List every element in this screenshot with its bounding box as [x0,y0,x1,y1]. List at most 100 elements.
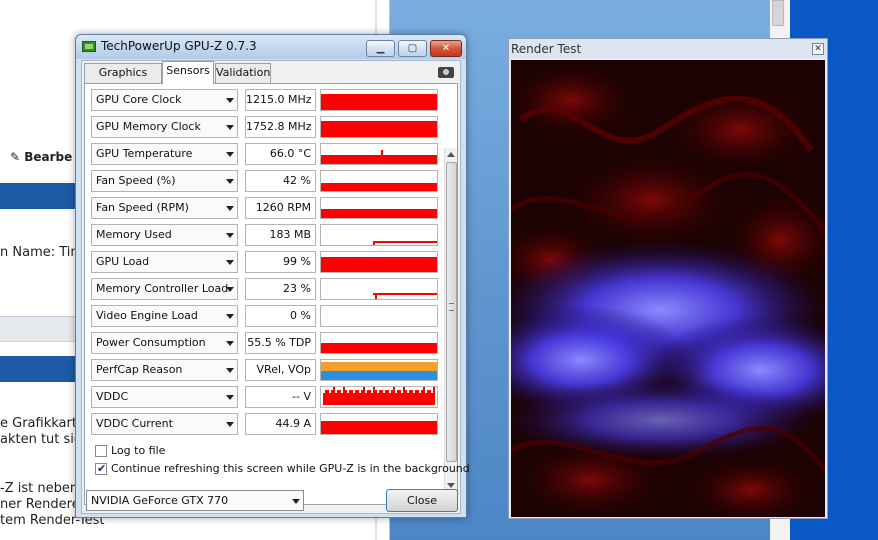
sensor-graph [320,251,438,273]
perfcap-vrel-bar [321,362,437,371]
close-icon[interactable]: ✕ [812,43,824,55]
sensor-name-dropdown[interactable]: Memory Used [91,224,238,246]
sensors-panel: GPU Core Clock 1215.0 MHz GPU Memory Clo… [84,83,470,505]
sensor-name-dropdown[interactable]: Memory Controller Load [91,278,238,300]
sensor-name-dropdown[interactable]: Fan Speed (%) [91,170,238,192]
desktop-panel-handle [772,0,784,26]
sensor-value: 1260 RPM [245,197,316,219]
grip-icon [449,303,454,311]
scroll-thumb[interactable] [446,162,457,462]
sensor-graph [320,413,438,435]
sensor-name-dropdown[interactable]: Power Consumption [91,332,238,354]
sensor-row: GPU Core Clock 1215.0 MHz [91,89,447,113]
chevron-down-icon [226,179,234,184]
chevron-down-icon [226,152,234,157]
graph-line [373,241,437,243]
render-image [511,60,825,517]
checkbox-box[interactable] [95,445,107,457]
page-text-line: -Z ist neber [0,481,76,496]
checkmark-icon: ✔ [97,462,107,475]
sensor-graph [320,116,438,138]
sensor-value: 42 % [245,170,316,192]
edit-link[interactable]: ✎ Bearbe [10,150,72,164]
graph-fill [321,183,437,191]
chevron-down-icon [292,499,300,504]
sensor-graph [320,386,438,408]
sensor-name-label: GPU Load [96,255,150,268]
page-text-name: n Name: Tim [0,245,84,260]
chevron-down-icon [226,341,234,346]
sensor-name-dropdown[interactable]: VDDC Current [91,413,238,435]
scroll-up-icon[interactable] [447,152,455,157]
sensor-name-dropdown[interactable]: GPU Core Clock [91,89,238,111]
render-test-window: Render Test ✕ [508,38,828,519]
sensor-value: -- V [245,386,316,408]
sensor-name-label: GPU Temperature [96,147,193,160]
sensor-value: 0 % [245,305,316,327]
chevron-down-icon [226,287,234,292]
graph-fill [321,343,437,353]
sensor-name-dropdown[interactable]: GPU Memory Clock [91,116,238,138]
sensor-row: Power Consumption 55.5 % TDP [91,332,447,356]
chevron-down-icon [226,98,234,103]
graph-fill [321,155,437,164]
gpu-select-dropdown[interactable]: NVIDIA GeForce GTX 770 [86,490,304,511]
sensor-scrollbar[interactable] [444,148,457,492]
sensor-graph [320,143,438,165]
maximize-button[interactable]: ▢ [398,40,427,57]
sensor-graph [320,89,438,111]
tab-graphics-card[interactable]: Graphics Card [84,63,162,97]
minimize-button[interactable]: ▁ [366,40,395,57]
camera-icon[interactable] [438,67,454,78]
close-button[interactable]: Close [386,489,458,512]
sensor-name-dropdown[interactable]: Fan Speed (RPM) [91,197,238,219]
checkbox-box[interactable]: ✔ [95,462,107,475]
log-to-file-label: Log to file [111,444,166,457]
tab-sensors[interactable]: Sensors [162,61,214,84]
chevron-down-icon [226,395,234,400]
graph-fill [321,257,437,272]
sensor-graph [320,359,438,381]
graph-fill [321,421,437,434]
gpuz-app-icon [82,41,96,52]
gpuz-titlebar[interactable]: TechPowerUp GPU-Z 0.7.3 ▁ ▢ ✕ [76,35,466,59]
sensor-value: VRel, VOp [245,359,316,381]
sensor-name-label: VDDC Current [96,417,173,430]
sensor-row: PerfCap Reason VRel, VOp [91,359,447,383]
sensor-name-dropdown[interactable]: PerfCap Reason [91,359,238,381]
chevron-down-icon [226,206,234,211]
scroll-down-icon[interactable] [447,483,455,488]
gpuz-client-area: Graphics Card Sensors Validation GPU Cor… [81,60,470,514]
graph-fill [321,121,437,137]
sensor-name-label: GPU Memory Clock [96,120,201,133]
render-titlebar[interactable]: Render Test ✕ [509,39,827,59]
sensor-name-label: Memory Controller Load [96,282,229,295]
sensor-value: 1215.0 MHz [245,89,316,111]
sensor-name-dropdown[interactable]: GPU Load [91,251,238,273]
chevron-down-icon [226,260,234,265]
sensor-name-label: Memory Used [96,228,172,241]
chevron-down-icon [226,314,234,319]
close-window-button[interactable]: ✕ [430,40,462,57]
chevron-down-icon [226,422,234,427]
sensor-row: GPU Memory Clock 1752.8 MHz [91,116,447,140]
sensor-value: 183 MB [245,224,316,246]
edit-label: Bearbe [24,150,73,164]
page-header-bar [0,183,76,209]
graph-spike [375,293,377,299]
sensor-name-label: PerfCap Reason [96,363,183,376]
tab-validation[interactable]: Validation [215,63,271,83]
graph-fill [321,209,437,218]
sensor-name-dropdown[interactable]: GPU Temperature [91,143,238,165]
sensor-name-dropdown[interactable]: Video Engine Load [91,305,238,327]
page-text-line: e Grafikkarte [0,416,85,431]
sensor-name-label: VDDC [96,390,129,403]
sensor-name-dropdown[interactable]: VDDC [91,386,238,408]
sensor-row: VDDC -- V [91,386,447,410]
sensor-value: 23 % [245,278,316,300]
sensor-value: 55.5 % TDP [245,332,316,354]
sensor-row: Video Engine Load 0 % [91,305,447,329]
sensor-row: Memory Controller Load 23 % [91,278,447,302]
vddc-graph-bar [433,387,435,405]
chevron-down-icon [226,233,234,238]
